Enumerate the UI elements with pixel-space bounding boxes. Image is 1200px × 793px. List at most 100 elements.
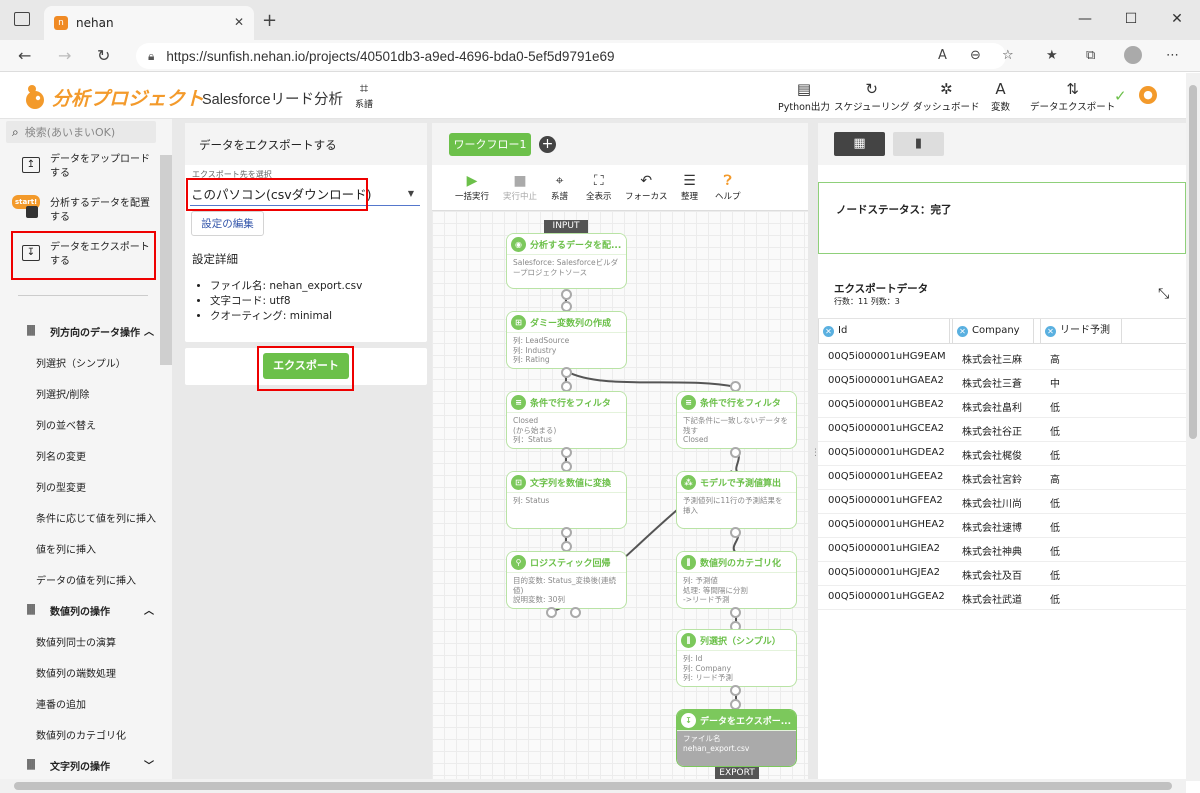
sidebar-op-item[interactable]: 値を列に挿入 [36, 541, 96, 556]
new-tab-icon[interactable]: + [262, 10, 277, 31]
node-port[interactable] [561, 447, 572, 458]
workflow-node-selected[interactable]: ↧ データをエクスポー... ファイル名 nehan_export.csv [676, 709, 797, 767]
workflow-node[interactable]: ◉ 分析するデータを配... Salesforce: Salesforceビルダー… [506, 233, 627, 289]
search-input[interactable]: ⌕ 検索(あいまいOK) [6, 121, 156, 143]
workflow-node[interactable]: ⊞ ダミー変数列の作成 列: LeadSource 列: Industry 列: … [506, 311, 627, 369]
node-port[interactable] [570, 607, 581, 618]
scrollbar-thumb[interactable] [1189, 85, 1197, 439]
table-view-button[interactable]: ▦ [834, 132, 885, 156]
close-tab-icon[interactable]: ✕ [234, 15, 244, 29]
node-port[interactable] [730, 447, 741, 458]
variables-button[interactable]: A 変数 [991, 79, 1010, 113]
node-port[interactable] [561, 367, 572, 378]
sidebar-op-item[interactable]: 数値列の端数処理 [36, 665, 116, 680]
sidebar-op-item[interactable]: 数値列同士の演算 [36, 634, 116, 649]
browser-tab[interactable]: n nehan ✕ [44, 6, 254, 40]
node-port[interactable] [730, 685, 741, 696]
table-row[interactable]: 00Q5i000001uHGFEA2 株式会社川尚 低 [818, 490, 1186, 514]
sidebar-op-item[interactable]: 列の並べ替え [36, 417, 96, 432]
expand-icon[interactable]: ⤡ [1158, 286, 1169, 302]
data-export-button[interactable]: ⇅ データエクスポート [1030, 79, 1115, 113]
lineage-tool-button[interactable]: ⌖ 系譜 [551, 172, 568, 202]
table-row[interactable]: 00Q5i000001uHGGEA2 株式会社武道 低 [818, 586, 1186, 610]
add-favorite-icon[interactable]: ☆ [1002, 48, 1014, 63]
sidebar-op-item[interactable]: データの値を列に挿入 [36, 572, 136, 587]
dashboard-button[interactable]: ✲ ダッシュボード [913, 79, 980, 113]
column-header[interactable]: ✕ Id [818, 319, 950, 343]
table-row[interactable]: 00Q5i000001uHGDEA2 株式会社梶俊 低 [818, 442, 1186, 466]
close-icon[interactable]: ✕ [823, 326, 834, 337]
user-icon[interactable]: ● [1139, 86, 1157, 104]
node-port[interactable] [561, 527, 572, 538]
close-icon[interactable]: ✕ [1045, 326, 1056, 337]
arrange-button[interactable]: ☰ 整理 [681, 172, 698, 202]
zoom-icon[interactable]: ⊖ [970, 48, 981, 63]
page-scrollbar-horizontal[interactable] [0, 779, 1186, 793]
lock-icon[interactable]: 🔒︎ [148, 49, 154, 64]
sidebar-item-upload[interactable]: ↥ データをアップロードする [0, 153, 160, 189]
node-port[interactable] [546, 607, 557, 618]
table-row[interactable]: 00Q5i000001uHGJEA2 株式会社及百 低 [818, 562, 1186, 586]
table-row[interactable]: 00Q5i000001uHGEEA2 株式会社宮鈴 高 [818, 466, 1186, 490]
help-button[interactable]: ❓︎ ヘルプ [715, 172, 741, 202]
tab-actions-icon[interactable] [14, 12, 30, 26]
maximize-icon[interactable]: ☐ [1108, 0, 1154, 40]
sidebar-op-item[interactable]: 条件に応じて値を列に挿入 [36, 510, 156, 525]
page-scrollbar-vertical[interactable] [1186, 73, 1200, 781]
more-icon[interactable]: ⋯ [1166, 48, 1179, 63]
sidebar-op-item[interactable]: 列選択（シンプル） [36, 355, 126, 370]
scheduling-button[interactable]: ↻ スケジューリング [834, 79, 909, 113]
app-logo-text[interactable]: 分析プロジェクト [52, 84, 204, 111]
sidebar-op-item[interactable]: 数値列のカテゴリ化 [36, 727, 126, 742]
table-row[interactable]: 00Q5i000001uHGIEA2 株式会社神典 低 [818, 538, 1186, 562]
collections-icon[interactable]: ⧉ [1086, 48, 1095, 63]
lineage-button[interactable]: ⌗ 系譜 [352, 79, 376, 110]
focus-button[interactable]: ↶ フォーカス [625, 172, 668, 202]
sidebar-item-place-data[interactable]: start! 分析するデータを配置する [0, 195, 160, 233]
scrollbar-thumb[interactable] [14, 782, 1172, 790]
edit-settings-button[interactable]: 設定の編集 [191, 211, 264, 236]
stop-button[interactable]: ■ 実行中止 [503, 172, 537, 202]
workflow-node[interactable]: ⊡ 文字列を数値に変換 列: Status [506, 471, 627, 529]
table-row[interactable]: 00Q5i000001uHGHEA2 株式会社速博 低 [818, 514, 1186, 538]
url-field[interactable]: 🔒︎ https://sunfish.nehan.io/projects/405… [136, 43, 1006, 69]
sidebar-op-item[interactable]: 連番の追加 [36, 696, 86, 711]
node-port[interactable] [730, 607, 741, 618]
sidebar-op-item[interactable]: 列選択/削除 [36, 386, 89, 401]
workflow-node[interactable]: ⁂ モデルで予測値算出 予測値列に11行の予測結果を挿入 [676, 471, 797, 529]
sidebar-op-item[interactable]: 列名の変更 [36, 448, 86, 463]
table-row[interactable]: 00Q5i000001uHGCEA2 株式会社谷正 低 [818, 418, 1186, 442]
forward-icon[interactable]: → [58, 46, 71, 65]
workflow-node[interactable]: ≡ 条件で行をフィルタ 下記条件に一致しないデータを残す Closed [676, 391, 797, 449]
reload-icon[interactable]: ↻ [97, 46, 110, 65]
node-port[interactable] [730, 527, 741, 538]
workflow-node[interactable]: ≡ 条件で行をフィルタ Closed (から始まる) 列：Status [506, 391, 627, 449]
sidebar-scrollbar[interactable] [160, 155, 172, 365]
workflow-canvas[interactable]: INPUT ◉ 分析するデータを配... Salesforce: Salesfor… [432, 211, 808, 779]
read-aloud-icon[interactable]: A [938, 48, 947, 63]
table-row[interactable]: 00Q5i000001uHGAEA2 株式会社三蒼 中 [818, 370, 1186, 394]
url-text: https://sunfish.nehan.io/projects/40501d… [166, 48, 615, 64]
sidebar-op-item[interactable]: 列の型変更 [36, 479, 86, 494]
fit-view-button[interactable]: ⛶ 全表示 [586, 172, 612, 202]
browser-tab-bar: n nehan ✕ + — ☐ ✕ [0, 0, 1200, 40]
favorites-icon[interactable]: ★ [1046, 48, 1058, 63]
workflow-node[interactable]: ⫼ 数値列のカテゴリ化 列: 予測値 処理: 等間隔に分割 ->リード予測 [676, 551, 797, 609]
workflow-node[interactable]: ⚲ ロジスティック回帰 目的変数: Status_変換後(連続値) 説明変数: 3… [506, 551, 627, 609]
profile-icon[interactable] [1124, 46, 1142, 64]
add-workflow-icon[interactable]: + [539, 136, 556, 153]
back-icon[interactable]: ← [18, 46, 31, 65]
column-header[interactable]: ✕ リード予測 [1040, 319, 1122, 343]
tab-workflow-1[interactable]: ワークフロー1 [449, 133, 531, 156]
column-header[interactable]: ✕ Company [952, 319, 1034, 343]
close-window-icon[interactable]: ✕ [1154, 0, 1200, 40]
run-all-button[interactable]: ▶ 一括実行 [455, 172, 489, 202]
minimize-icon[interactable]: — [1062, 0, 1108, 40]
node-port[interactable] [561, 289, 572, 300]
chart-view-button[interactable]: ▮ [893, 132, 944, 156]
table-row[interactable]: 00Q5i000001uHGBEA2 株式会社畠利 低 [818, 394, 1186, 418]
close-icon[interactable]: ✕ [957, 326, 968, 337]
table-row[interactable]: 00Q5i000001uHG9EAM 株式会社三麻 高 [818, 346, 1186, 370]
workflow-node[interactable]: ⫼ 列選択（シンプル） 列: Id 列: Company 列: リード予測 [676, 629, 797, 687]
python-export-button[interactable]: ▤ Python出力 [778, 79, 830, 113]
